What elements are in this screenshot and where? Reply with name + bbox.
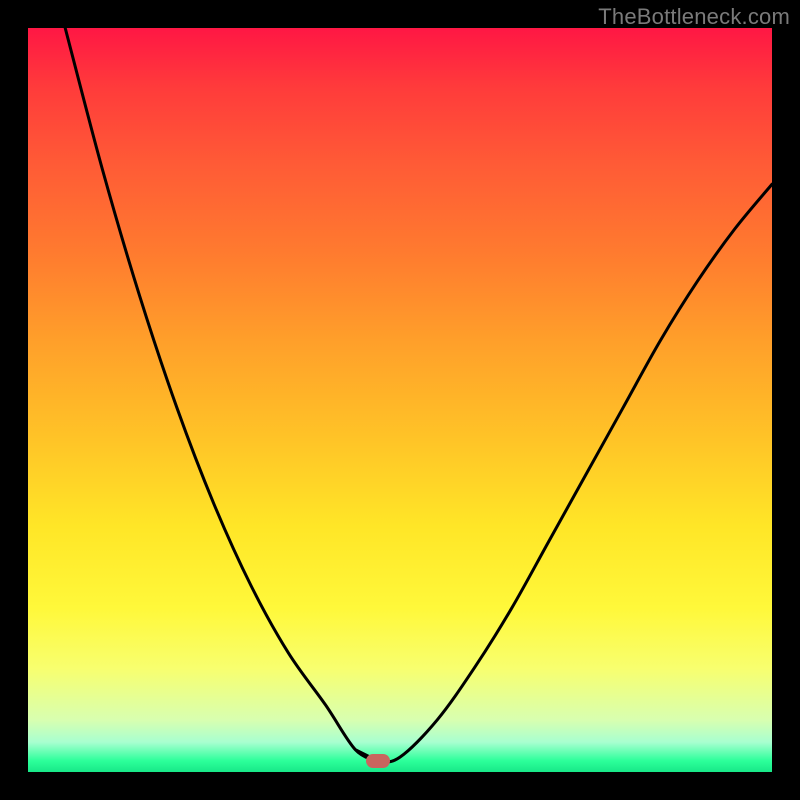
plot-area <box>28 28 772 772</box>
watermark-text: TheBottleneck.com <box>598 4 790 30</box>
chart-frame: TheBottleneck.com <box>0 0 800 800</box>
bottleneck-curve <box>28 28 772 772</box>
optimal-point-marker <box>366 754 390 768</box>
curve-path <box>65 28 772 762</box>
